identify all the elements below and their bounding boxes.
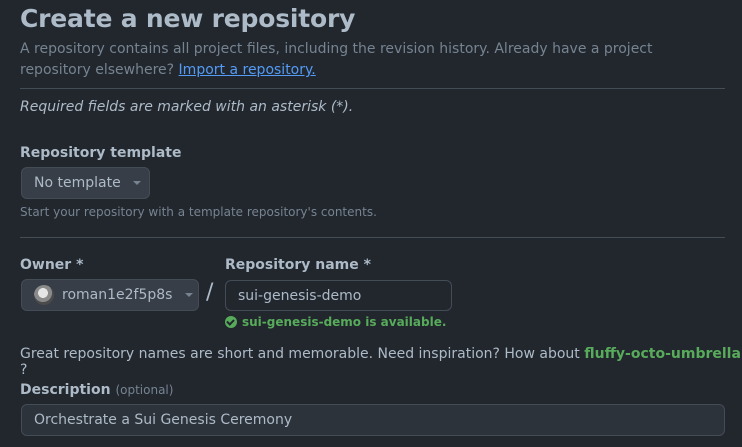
description-value: Orchestrate a Sui Genesis Ceremony <box>34 412 293 428</box>
owner-selected: roman1e2f5p8s <box>62 287 173 303</box>
description-input[interactable]: Orchestrate a Sui Genesis Ceremony <box>21 404 725 436</box>
owner-dropdown[interactable]: roman1e2f5p8s <box>21 279 199 311</box>
template-hint: Start your repository with a template re… <box>20 205 377 219</box>
description-label: Description (optional) <box>20 382 173 398</box>
import-repository-link[interactable]: Import a repository. <box>179 62 316 78</box>
repo-name-value: sui-genesis-demo <box>238 287 362 304</box>
template-selected: No template <box>34 175 121 191</box>
required-note: Required fields are marked with an aster… <box>20 99 354 115</box>
optional-hint: (optional) <box>115 383 174 397</box>
page-intro: A repository contains all project files,… <box>20 39 720 81</box>
suggested-repo-name[interactable]: fluffy-octo-umbrella <box>584 346 741 362</box>
divider <box>20 88 725 89</box>
template-label: Repository template <box>20 145 182 161</box>
caret-down-icon <box>132 181 141 185</box>
divider <box>20 237 725 238</box>
caret-down-icon <box>185 293 194 297</box>
page-title: Create a new repository <box>20 4 356 33</box>
suggestion-suffix: ? <box>20 362 28 378</box>
repo-name-input[interactable]: sui-genesis-demo <box>225 280 452 311</box>
name-suggestion: Great repository names are short and mem… <box>20 346 742 378</box>
repo-name-label: Repository name * <box>225 257 371 273</box>
availability-status: sui-genesis-demo is available. <box>225 315 446 329</box>
check-circle-icon <box>225 316 237 328</box>
owner-label: Owner * <box>20 257 84 273</box>
intro-text: A repository contains all project files,… <box>20 41 653 78</box>
description-label-text: Description <box>20 382 111 398</box>
availability-text: sui-genesis-demo is available. <box>242 315 447 329</box>
template-dropdown[interactable]: No template <box>21 167 150 199</box>
suggestion-prefix: Great repository names are short and mem… <box>20 346 580 362</box>
avatar <box>34 285 54 305</box>
owner-repo-separator: / <box>206 280 214 305</box>
